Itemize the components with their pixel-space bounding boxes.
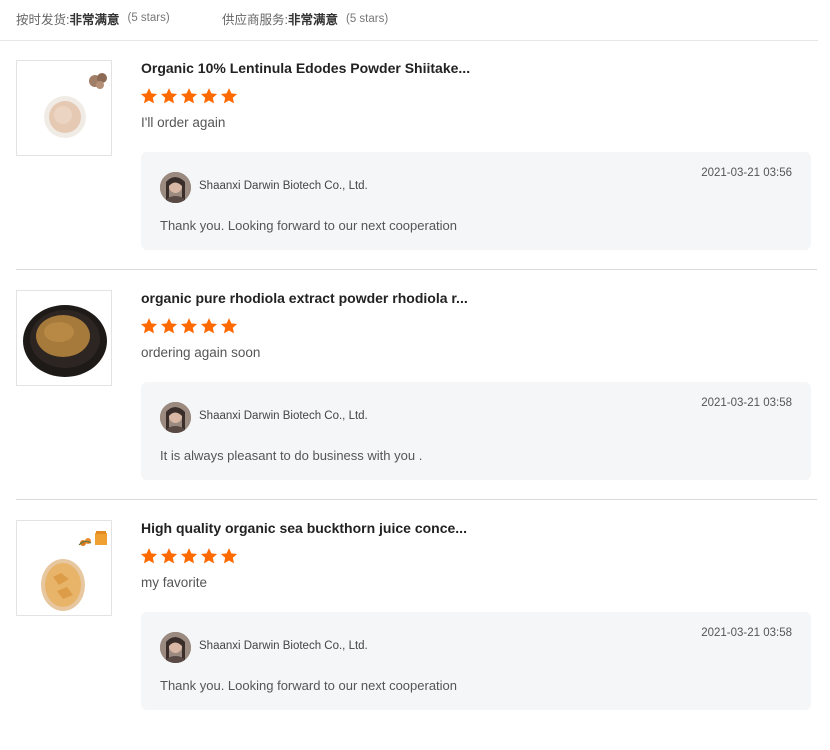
product-thumbnail[interactable] [16, 290, 112, 386]
star-icon [220, 88, 238, 104]
service-stars-note: (5 stars) [346, 12, 389, 25]
star-icon [180, 88, 198, 104]
star-icon [220, 318, 238, 334]
product-image-rhodiola [23, 305, 107, 377]
avatar [160, 632, 191, 663]
seller-reply: Shaanxi Darwin Biotech Co., Ltd. 2021-03… [141, 382, 811, 480]
star-rating [140, 87, 238, 105]
service-value: 非常满意 [287, 13, 338, 27]
star-icon [200, 318, 218, 334]
seller-reply: Shaanxi Darwin Biotech Co., Ltd. 2021-03… [141, 612, 811, 710]
product-title-link[interactable]: Organic 10% Lentinula Edodes Powder Shii… [141, 60, 470, 76]
avatar [160, 172, 191, 203]
review-comment: I'll order again [141, 115, 226, 130]
avatar [160, 402, 191, 433]
seller-name: Shaanxi Darwin Biotech Co., Ltd. [199, 180, 368, 192]
review-divider [16, 269, 817, 270]
product-title-link[interactable]: organic pure rhodiola extract powder rho… [141, 290, 468, 306]
summary-divider [0, 40, 818, 41]
star-rating [140, 547, 238, 565]
review-comment: ordering again soon [141, 345, 261, 360]
reply-text: Thank you. Looking forward to our next c… [160, 678, 458, 693]
seller-reply: Shaanxi Darwin Biotech Co., Ltd. 2021-03… [141, 152, 811, 250]
star-icon [220, 548, 238, 564]
star-icon [140, 318, 158, 334]
service-rating: 供应商服务: 非常满意 (5 stars) [222, 9, 388, 28]
star-icon [200, 548, 218, 564]
product-image-shiitake [44, 73, 107, 138]
product-title-link[interactable]: High quality organic sea buckthorn juice… [141, 520, 467, 536]
review-item: Organic 10% Lentinula Edodes Powder Shii… [16, 60, 818, 290]
reply-text: Thank you. Looking forward to our next c… [160, 218, 458, 233]
delivery-value: 非常满意 [69, 12, 120, 27]
review-item: High quality organic sea buckthorn juice… [16, 520, 818, 750]
delivery-label: 按时发货: [16, 12, 70, 27]
star-icon [140, 548, 158, 564]
star-icon [160, 88, 178, 104]
star-icon [140, 88, 158, 104]
reply-date: 2021-03-21 03:58 [701, 627, 792, 639]
service-label: 供应商服务: [222, 13, 288, 27]
rating-summary: 按时发货: 非常满意 (5 stars) 供应商服务: 非常满意 (5 star… [16, 9, 388, 28]
star-rating [140, 317, 238, 335]
reply-text: It is always pleasant to do business wit… [160, 448, 423, 463]
product-image-sea-buckthorn [41, 531, 107, 611]
product-thumbnail[interactable] [16, 60, 112, 156]
review-item: organic pure rhodiola extract powder rho… [16, 290, 818, 520]
seller-name: Shaanxi Darwin Biotech Co., Ltd. [199, 640, 368, 652]
star-icon [160, 548, 178, 564]
reply-date: 2021-03-21 03:58 [701, 397, 792, 409]
seller-name: Shaanxi Darwin Biotech Co., Ltd. [199, 410, 368, 422]
star-icon [200, 88, 218, 104]
product-thumbnail[interactable] [16, 520, 112, 616]
star-icon [180, 318, 198, 334]
review-divider [16, 499, 817, 500]
star-icon [160, 318, 178, 334]
review-comment: my favorite [141, 575, 208, 590]
delivery-stars-note: (5 stars) [127, 12, 170, 24]
reply-date: 2021-03-21 03:56 [701, 167, 792, 179]
delivery-rating: 按时发货: 非常满意 (5 stars) [16, 9, 170, 28]
star-icon [180, 548, 198, 564]
